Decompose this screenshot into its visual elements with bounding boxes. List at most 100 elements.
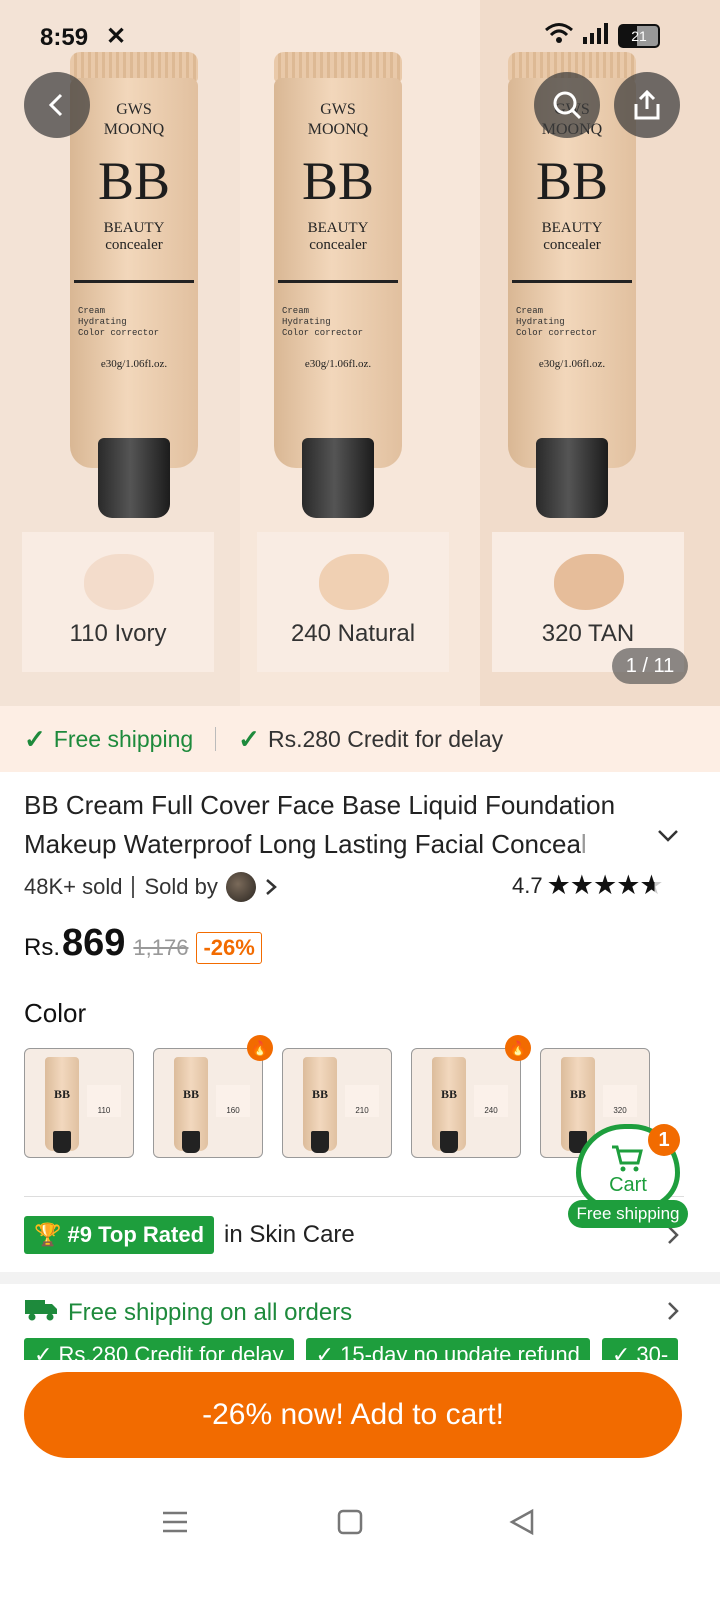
- shade-swatch-card: 110 Ivory: [22, 532, 214, 672]
- tube-volume: e30g/1.06fl.oz.: [100, 358, 168, 370]
- color-options: BB 110 BB 160 BB 210 BB 240 BB 320: [24, 1048, 650, 1158]
- bb-text: BB: [535, 151, 609, 211]
- tube-description: Cream Hydrating Color corrector: [516, 306, 598, 338]
- brand-line2: MOONQ: [103, 121, 165, 138]
- color-option-code: 110: [87, 1085, 121, 1117]
- divider: [132, 876, 135, 898]
- beauty-text: BEAUTY: [541, 220, 603, 236]
- product-rating[interactable]: 4.7 ★★★★★: [512, 870, 664, 901]
- battery-icon: 21: [618, 24, 660, 48]
- bb-text: BB: [301, 151, 375, 211]
- trophy-icon: 🏆: [34, 1222, 68, 1247]
- shade-swatch-card: 240 Natural: [257, 532, 449, 672]
- beauty-text: BEAUTY: [307, 220, 369, 236]
- product-title-fade: l: [580, 829, 587, 859]
- check-icon: ✓: [24, 723, 46, 754]
- top-rated-row[interactable]: 🏆 #9 Top Rated in Skin Care: [24, 1216, 355, 1254]
- shade-label: 320 TAN: [541, 620, 635, 647]
- color-option[interactable]: BB 240: [411, 1048, 521, 1158]
- color-option[interactable]: BB 210: [282, 1048, 392, 1158]
- brand-line1: GWS: [320, 101, 356, 118]
- shade-swatch: [554, 554, 624, 610]
- wifi-icon: [544, 22, 574, 50]
- chevron-right-icon: [668, 1302, 679, 1320]
- section-gap: [0, 1272, 720, 1284]
- star-rating-icon: ★★★★★: [546, 870, 664, 900]
- back-triangle-icon: [509, 1508, 534, 1536]
- brand-line2: MOONQ: [307, 121, 369, 138]
- free-shipping-row[interactable]: Free shipping on all orders: [24, 1296, 352, 1329]
- tube-description: Cream Hydrating Color corrector: [78, 306, 160, 338]
- divider: [215, 727, 217, 751]
- concealer-text: concealer: [105, 237, 163, 253]
- status-time: 8:59: [40, 24, 89, 51]
- top-rated-category: in Skin Care: [224, 1221, 355, 1248]
- rating-value: 4.7: [512, 872, 543, 898]
- menu-nav-button[interactable]: [160, 1508, 190, 1544]
- product-title[interactable]: BB Cream Full Cover Face Base Liquid Fou…: [24, 786, 654, 864]
- floating-cart-button[interactable]: Cart 1 Free shipping: [568, 1124, 688, 1228]
- status-icons: 21: [544, 22, 660, 50]
- search-button[interactable]: [534, 72, 600, 138]
- add-to-cart-button[interactable]: -26% now! Add to cart!: [24, 1372, 682, 1458]
- shipping-benefits-strip[interactable]: ✓ Free shipping ✓ Rs.280 Credit for dela…: [0, 706, 720, 772]
- service-chip: ✓ 15-day no update refund: [305, 1338, 590, 1360]
- service-chips: ✓ Rs.280 Credit for delay ✓ 15-day no up…: [24, 1338, 679, 1360]
- system-nav-bar: [0, 1500, 720, 1560]
- color-option-code: 320: [603, 1085, 637, 1117]
- chevron-right-icon[interactable]: [264, 877, 278, 897]
- back-button[interactable]: [24, 72, 90, 138]
- tube-description: Cream Hydrating Color corrector: [282, 306, 364, 338]
- credit-for-delay-label: Rs.280 Credit for delay: [267, 725, 504, 752]
- truck-icon: [24, 1296, 58, 1329]
- bb-text: BB: [97, 151, 171, 211]
- free-shipping-chevron[interactable]: [666, 1298, 680, 1329]
- original-price: 1,176: [133, 935, 189, 960]
- search-icon: [553, 91, 582, 120]
- signal-icon: [582, 22, 610, 50]
- product-image-panel: GWS MOONQ BB BEAUTYconcealer Cream Hydrat…: [240, 0, 480, 720]
- hot-flame-icon: 🔥: [505, 1035, 531, 1061]
- shade-swatch: [84, 554, 154, 610]
- price-value: 869: [62, 922, 126, 964]
- home-square-icon: [337, 1509, 363, 1535]
- color-option-code: 160: [216, 1085, 250, 1117]
- image-pager: 1 / 11: [612, 648, 688, 684]
- top-rated-badge: 🏆 #9 Top Rated: [24, 1216, 215, 1254]
- concealer-text: concealer: [309, 237, 367, 253]
- sales-info: 48K+ sold Sold by: [24, 872, 278, 902]
- product-image-panel: GWSMOONQ BB BEAUTYconcealer Cream Hydrat…: [480, 0, 720, 720]
- share-icon: [634, 89, 660, 120]
- tube-volume: e30g/1.06fl.oz.: [304, 358, 372, 370]
- free-shipping-label: Free shipping: [53, 725, 194, 752]
- seller-avatar[interactable]: [225, 872, 256, 902]
- tube-volume: e30g/1.06fl.oz.: [538, 358, 606, 370]
- hot-flame-icon: 🔥: [247, 1035, 273, 1061]
- color-option[interactable]: BB 160: [153, 1048, 263, 1158]
- service-chip: ✓ 30-: [601, 1338, 679, 1360]
- cart-free-shipping-label: Free shipping: [568, 1200, 688, 1228]
- color-option-code: 240: [474, 1085, 508, 1117]
- back-nav-button[interactable]: [508, 1508, 536, 1544]
- cart-label: Cart: [609, 1174, 647, 1196]
- shade-label: 240 Natural: [290, 620, 416, 647]
- menu-icon: [163, 1511, 187, 1533]
- chevron-left-icon: [48, 93, 63, 117]
- share-button[interactable]: [614, 72, 680, 138]
- free-shipping-all-orders: Free shipping on all orders: [68, 1298, 353, 1326]
- concealer-text: concealer: [543, 237, 601, 253]
- expand-title-button[interactable]: [656, 824, 680, 850]
- check-icon: ✓: [238, 723, 260, 754]
- shade-label: 110 Ivory: [69, 620, 167, 647]
- service-chip: ✓ Rs.280 Credit for delay: [24, 1338, 294, 1360]
- status-bar: 8:59 ✕ 21: [0, 0, 720, 80]
- home-nav-button[interactable]: [336, 1508, 364, 1544]
- product-tube-image: GWS MOONQ BB BEAUTYconcealer Cream Hydrat…: [274, 52, 402, 518]
- product-title-text: BB Cream Full Cover Face Base Liquid Fou…: [24, 790, 616, 859]
- top-rated-text: #9 Top Rated: [67, 1222, 205, 1247]
- sold-by-label[interactable]: Sold by: [144, 874, 217, 900]
- product-image-gallery[interactable]: GWS MOONQ BB BEAUTY concealer Cream Hydrat…: [0, 0, 720, 720]
- color-option[interactable]: BB 110: [24, 1048, 134, 1158]
- notification-icon: ✕: [106, 23, 127, 50]
- discount-badge: -26%: [196, 932, 262, 964]
